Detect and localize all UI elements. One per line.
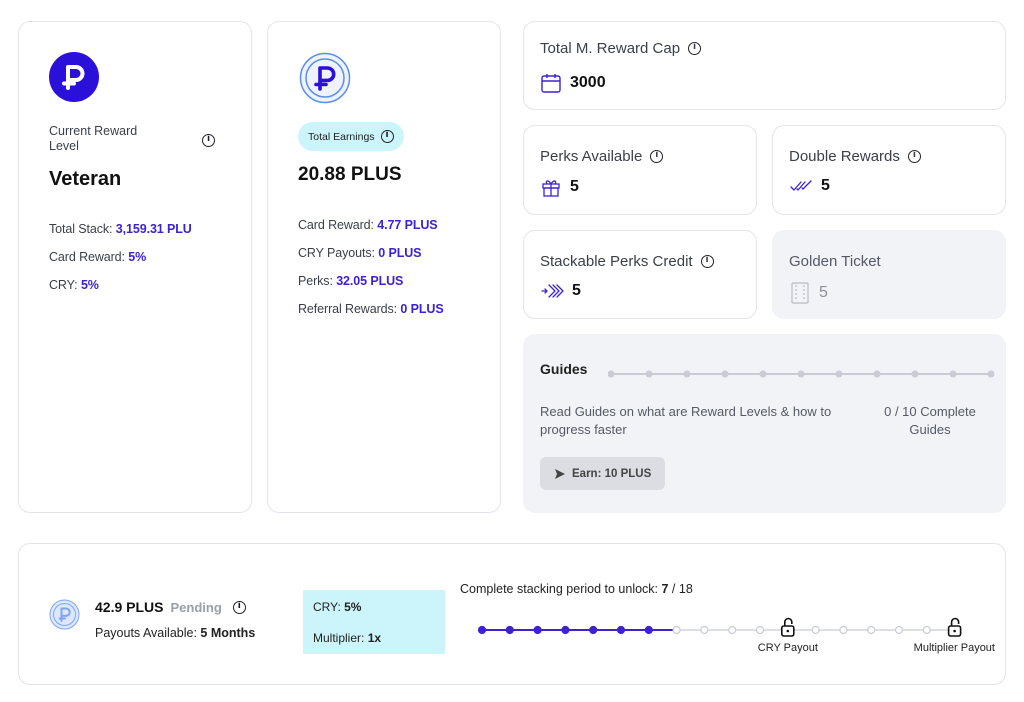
milestone-label: CRY Payout bbox=[757, 642, 818, 654]
info-icon[interactable] bbox=[202, 134, 215, 147]
stacking-step-dot bbox=[922, 625, 931, 635]
unlock-icon bbox=[780, 617, 795, 637]
cry-payouts-line: CRY Payouts: 0 PLUS bbox=[298, 246, 422, 260]
payouts-available: Payouts Available: 5 Months bbox=[95, 626, 256, 640]
total-stack-line: Total Stack: 3,159.31 PLU bbox=[49, 222, 192, 236]
guide-step-dot bbox=[835, 370, 843, 378]
guide-step-dot bbox=[645, 370, 653, 378]
referral-rewards-line: Referral Rewards: 0 PLUS bbox=[298, 302, 444, 316]
pending-amount: 42.9 PLUS bbox=[95, 599, 164, 615]
stackable-perks-card: Stackable Perks Credit 5 bbox=[523, 230, 757, 319]
info-icon[interactable] bbox=[650, 150, 664, 163]
earnings-details: Card Reward: 4.77 PLUS CRY Payouts: 0 PL… bbox=[298, 218, 444, 330]
reward-cap-title: Total M. Reward Cap bbox=[540, 40, 681, 57]
guides-title: Guides bbox=[540, 361, 588, 377]
golden-ticket-title: Golden Ticket bbox=[789, 253, 881, 270]
plus-coin-small-icon bbox=[49, 599, 80, 630]
double-rewards-title: Double Rewards bbox=[789, 148, 900, 165]
double-rewards-value: 5 bbox=[821, 177, 830, 194]
stacking-step-dot bbox=[867, 625, 876, 635]
reward-level-value: Veteran bbox=[49, 168, 122, 190]
stacking-step-dot bbox=[477, 625, 487, 635]
stacking-step-dot bbox=[616, 625, 626, 635]
guide-step-dot bbox=[797, 370, 805, 378]
stacking-step-dot bbox=[700, 625, 709, 635]
level-details: Total Stack: 3,159.31 PLU Card Reward: 5… bbox=[49, 222, 192, 306]
info-icon[interactable] bbox=[232, 600, 246, 614]
multiplier-rate: Multiplier: 1x bbox=[313, 631, 382, 645]
stacking-step-dot bbox=[561, 625, 570, 635]
stackable-perks-title: Stackable Perks Credit bbox=[540, 253, 693, 270]
guide-step-dot bbox=[987, 370, 995, 378]
stacking-step-dot bbox=[894, 625, 904, 635]
perks-available-card: Perks Available 5 bbox=[523, 125, 757, 215]
reward-cap-card: Total M. Reward Cap 3000 bbox=[523, 21, 1006, 110]
guides-card: Guides Read Guides on what are Reward Le… bbox=[523, 334, 1006, 513]
cry-line: CRY: 5% bbox=[49, 278, 99, 292]
stacking-step-dot bbox=[728, 625, 737, 635]
stacking-period-label: Complete stacking period to unlock: 7 / … bbox=[460, 582, 693, 596]
info-icon[interactable] bbox=[688, 42, 702, 55]
gift-icon bbox=[542, 180, 560, 197]
guides-progress-text: 0 / 10 Complete Guides bbox=[884, 404, 976, 437]
plus-logo-icon bbox=[49, 52, 99, 102]
reward-cap-value: 3000 bbox=[570, 74, 606, 91]
stacking-step-dot bbox=[755, 625, 765, 635]
guide-step-dot bbox=[683, 370, 691, 378]
unlock-icon bbox=[947, 617, 962, 637]
stacking-step-dot bbox=[533, 625, 542, 635]
stackable-perks-value: 5 bbox=[572, 282, 581, 299]
pending-status: Pending bbox=[170, 599, 222, 615]
total-earnings-badge: Total Earnings bbox=[298, 122, 404, 151]
golden-ticket-card: Golden Ticket 5 bbox=[772, 230, 1006, 319]
double-rewards-card: Double Rewards 5 bbox=[772, 125, 1006, 215]
perks-available-value: 5 bbox=[570, 178, 579, 195]
total-earnings-value: 20.88 PLUS bbox=[298, 164, 402, 185]
cry-rate: CRY: 5% bbox=[313, 600, 362, 614]
info-icon[interactable] bbox=[380, 130, 394, 143]
earn-button[interactable]: Earn: 10 PLUS bbox=[540, 457, 666, 490]
send-icon bbox=[555, 468, 565, 479]
calendar-icon bbox=[541, 74, 561, 93]
perks-line: Perks: 32.05 PLUS bbox=[298, 274, 404, 288]
guide-step-dot bbox=[608, 370, 615, 378]
guide-step-dot bbox=[721, 370, 729, 378]
total-earnings-label: Total Earnings bbox=[308, 130, 375, 143]
guides-description: Read Guides on what are Reward Levels & … bbox=[540, 404, 832, 437]
guide-step-dot bbox=[949, 370, 957, 378]
perks-available-title: Perks Available bbox=[540, 148, 643, 165]
guides-progress-track bbox=[608, 370, 995, 378]
reward-level-label: Current Reward Level bbox=[49, 124, 138, 153]
earnings-card: Total Earnings 20.88 PLUS Card Reward: 4… bbox=[267, 21, 501, 513]
stacking-step-dot bbox=[505, 625, 514, 635]
info-icon[interactable] bbox=[907, 150, 921, 163]
stacking-step-dot bbox=[672, 625, 681, 635]
stacking-progress-track bbox=[477, 617, 962, 637]
ticket-icon bbox=[791, 282, 809, 304]
plus-coin-icon bbox=[299, 52, 351, 104]
stacking-step-dot bbox=[644, 625, 653, 635]
info-icon[interactable] bbox=[700, 255, 714, 268]
card-reward-line: Card Reward: 5% bbox=[49, 250, 147, 264]
guide-step-dot bbox=[759, 370, 767, 378]
card-reward-line: Card Reward: 4.77 PLUS bbox=[298, 218, 438, 232]
chevrons-right-icon bbox=[541, 284, 564, 298]
cry-multiplier-box: CRY: 5% Multiplier: 1x bbox=[303, 590, 445, 654]
double-check-icon bbox=[790, 180, 812, 191]
guide-step-dot bbox=[873, 370, 881, 378]
milestone-label: Multiplier Payout bbox=[913, 642, 995, 654]
guide-step-dot bbox=[911, 370, 919, 378]
stacking-step-dot bbox=[839, 625, 848, 635]
reward-level-card: Current Reward Level Veteran Total Stack… bbox=[18, 21, 252, 513]
pending-payouts-card: 42.9 PLUS Pending Payouts Available: 5 M… bbox=[18, 543, 1006, 685]
golden-ticket-value: 5 bbox=[819, 284, 828, 301]
stacking-step-dot bbox=[589, 625, 598, 635]
stacking-step-dot bbox=[811, 625, 820, 635]
earn-button-label: Earn: 10 PLUS bbox=[572, 467, 652, 480]
